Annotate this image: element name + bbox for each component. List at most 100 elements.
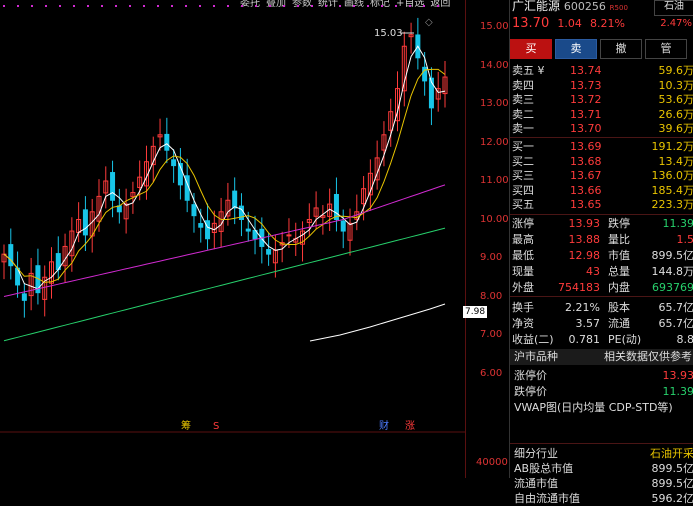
industry-value[interactable]: 石油开采: [650, 446, 693, 461]
stat-value: 899.5亿: [652, 248, 693, 263]
level-volume: 53.6万: [659, 92, 693, 107]
stat-label: 涨停: [512, 216, 534, 231]
stat-row: 涨停 13.93 跌停 11.39: [512, 216, 693, 231]
stat-label: 净资: [512, 316, 534, 331]
level-label: 买三: [512, 168, 534, 183]
ask-level[interactable]: 卖三 13.72 53.6万: [512, 92, 693, 107]
stat-value: 65.7亿: [659, 300, 693, 315]
event-marker: 财: [379, 419, 389, 432]
level-label: 买二: [512, 154, 534, 169]
signal-dot: [59, 5, 61, 7]
signal-dot: [367, 5, 369, 7]
signal-dot: [339, 5, 341, 7]
ask-level[interactable]: 卖一 13.70 39.6万: [512, 121, 693, 136]
price-change: 1.04: [557, 17, 582, 30]
candle-body: [111, 173, 115, 201]
signal-dot: [297, 5, 299, 7]
price-tick: 10.00: [480, 214, 509, 225]
stock-code: 600256: [564, 0, 606, 13]
ask-level[interactable]: 卖四 13.73 10.3万: [512, 78, 693, 93]
bid-level[interactable]: 买五 13.65 223.3万: [512, 197, 693, 212]
stat-row: 换手 2.21% 股本 65.7亿: [512, 300, 693, 315]
candle-body: [206, 221, 210, 239]
stat-label: 总量: [608, 264, 630, 279]
level-label: 卖二: [512, 107, 534, 122]
candle-body: [83, 210, 87, 235]
signal-dot: [17, 5, 19, 7]
level-volume: 59.6万: [659, 63, 693, 78]
stat-label: 跌停: [608, 216, 630, 231]
candle-body: [267, 250, 271, 255]
manage-button[interactable]: 管: [645, 39, 687, 59]
candle-body: [246, 229, 250, 231]
level-price: 13.74: [570, 63, 602, 78]
ask-level[interactable]: 卖二 13.71 26.6万: [512, 107, 693, 122]
cancel-order-button[interactable]: 撤: [600, 39, 642, 59]
signal-dot: [255, 5, 257, 7]
industry-label: 细分行业: [514, 446, 558, 461]
cap-value: 596.2亿: [652, 491, 693, 506]
limit-label: 涨停价: [514, 368, 547, 383]
last-price: 13.70: [512, 16, 549, 31]
level-price: 13.73: [570, 78, 602, 93]
sector-tab[interactable]: 石油: [654, 0, 693, 16]
current-price-tag: 7.98: [463, 306, 487, 318]
stock-header: 广汇能源 600256 R500: [512, 0, 628, 14]
stat-value: 0.781: [569, 332, 601, 347]
buy-button[interactable]: 买: [510, 39, 552, 59]
candle-body: [165, 134, 169, 150]
stat-label: 股本: [608, 300, 630, 315]
signal-dot: [199, 5, 201, 7]
price-tick: 15.00: [480, 21, 509, 32]
stat-value: 144.8万: [652, 264, 693, 279]
level-volume: 10.3万: [659, 78, 693, 93]
limit-row: 涨停价 13.93: [512, 368, 693, 383]
signal-dot: [325, 5, 327, 7]
signal-dot: [311, 5, 313, 7]
price-tick: 11.00: [480, 175, 509, 186]
stat-row: 外盘 754183 内盘 693769: [512, 280, 693, 295]
bid-level[interactable]: 买二 13.68 13.4万: [512, 154, 693, 169]
cap-value: 899.5亿: [652, 476, 693, 491]
bid-level[interactable]: 买四 13.66 185.4万: [512, 183, 693, 198]
sell-button[interactable]: 卖: [555, 39, 597, 59]
stat-label: 量比: [608, 232, 630, 247]
stat-value: 65.7亿: [659, 316, 693, 331]
section-note: 相关数据仅供参考: [604, 349, 692, 365]
market-cap-row: AB股总市值 899.5亿: [512, 461, 693, 476]
limit-label: 跌停价: [514, 384, 547, 399]
level-volume: 26.6万: [659, 107, 693, 122]
level-price: 13.68: [570, 154, 602, 169]
price-tick: 7.00: [480, 329, 502, 340]
stat-row: 收益(二) 0.781 PE(动) 8.8: [512, 332, 693, 347]
stat-value: 13.93: [569, 216, 601, 231]
stat-row: 现量 43 总量 144.8万: [512, 264, 693, 279]
event-marker: 筹: [181, 419, 191, 432]
r-tag: R500: [610, 4, 628, 12]
stat-label: 现量: [512, 264, 534, 279]
stat-value: 2.21%: [565, 300, 600, 315]
bid-level[interactable]: 买一 13.69 191.2万: [512, 139, 693, 154]
candle-body: [9, 245, 13, 266]
level-price: 13.72: [570, 92, 602, 107]
quote-panel: 广汇能源 600256 R500 石油 13.70 1.04 8.21% 2.4…: [509, 0, 693, 478]
level-label: 买四: [512, 183, 534, 198]
section-title: 沪市品种: [514, 349, 558, 365]
diamond-icon: ◇: [425, 17, 433, 28]
bid-level[interactable]: 买三 13.67 136.0万: [512, 168, 693, 183]
event-marker: S: [213, 421, 219, 432]
signal-dot: [45, 5, 47, 7]
stat-value: 8.8: [677, 332, 693, 347]
stat-label: PE(动): [608, 332, 641, 347]
stat-row: 最高 13.88 量比 1.5: [512, 232, 693, 247]
divider: [510, 137, 693, 138]
level-volume: 136.0万: [652, 168, 693, 183]
section-header: 沪市品种 相关数据仅供参考: [510, 349, 693, 365]
candlestick-chart[interactable]: 15.03◇筹S财涨: [0, 0, 505, 478]
ask-level[interactable]: 卖五 ¥ 13.74 59.6万: [512, 63, 693, 78]
stat-label: 换手: [512, 300, 534, 315]
signal-dot: [143, 5, 145, 7]
limit-row: VWAP图(日内均量 CDP-STD等): [512, 400, 693, 415]
candle-body: [287, 235, 291, 236]
price-tick: 8.00: [480, 291, 502, 302]
